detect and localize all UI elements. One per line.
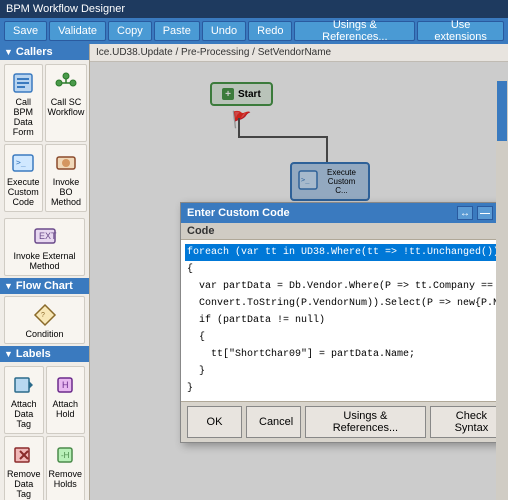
sidebar-item-remove-holds[interactable]: -H Remove Holds — [46, 436, 86, 500]
code-line: Convert.ToString(P.VendorNum)).Select(P … — [185, 295, 508, 312]
code-line: foreach (var tt in UD38.Where(tt => !tt.… — [185, 244, 508, 261]
invoke-bo-label: Invoke BO Method — [48, 177, 85, 207]
flowchart-arrow-icon: ▼ — [4, 281, 13, 291]
attach-hold-icon: H — [51, 371, 79, 399]
code-line: if (partData != null) — [185, 312, 508, 329]
condition-label: Condition — [25, 329, 63, 339]
execute-custom-icon: >_ — [9, 149, 37, 177]
code-line: tt["ShortChar09"] = partData.Name; — [185, 346, 508, 363]
sidebar-item-call-sc-workflow[interactable]: Call SC Workflow — [45, 64, 88, 142]
code-line: } — [185, 380, 508, 397]
svg-text:EXT: EXT — [39, 231, 57, 241]
callers-grid: Call BPM Data Form Call SC Workflow >_ E… — [0, 60, 89, 216]
invoke-external-label: Invoke External Method — [9, 251, 80, 271]
attach-data-tag-label: Attach Data Tag — [7, 399, 41, 429]
svg-text:-H: -H — [61, 451, 70, 460]
callers-label: Callers — [16, 46, 53, 58]
remove-holds-icon: -H — [51, 441, 79, 469]
breadcrumb-text: Ice.UD38.Update / Pre-Processing / SetVe… — [96, 47, 331, 58]
modal-footer: OK Cancel Usings & References... Check S… — [181, 401, 508, 442]
ok-button[interactable]: OK — [187, 406, 242, 438]
code-line: var partData = Db.Vendor.Where(P => tt.C… — [185, 278, 508, 295]
modal-expand-button[interactable]: ↔ — [457, 206, 473, 220]
svg-text:?: ? — [41, 312, 45, 319]
extensions-button[interactable]: Use extensions — [417, 21, 504, 41]
canvas-content[interactable]: + Start 🚩 >_ Execute Custom C... — [90, 62, 508, 500]
modal-titlebar: Enter Custom Code ↔ — ✕ — [181, 203, 508, 223]
copy-button[interactable]: Copy — [108, 21, 152, 41]
modal-title: Enter Custom Code — [187, 207, 290, 219]
labels-label: Labels — [16, 348, 51, 360]
sidebar-item-attach-data-tag[interactable]: Attach Data Tag — [4, 366, 44, 434]
modal: Enter Custom Code ↔ — ✕ Code foreach (va… — [180, 202, 508, 443]
validate-button[interactable]: Validate — [49, 21, 106, 41]
invoke-external-icon: EXT — [31, 223, 59, 251]
canvas-area: Ice.UD38.Update / Pre-Processing / SetVe… — [90, 44, 508, 500]
usings-button[interactable]: Usings & References... — [294, 21, 415, 41]
undo-button[interactable]: Undo — [202, 21, 246, 41]
sidebar-section-flowchart[interactable]: ▼ Flow Chart — [0, 278, 89, 294]
toolbar: Save Validate Copy Paste Undo Redo Using… — [0, 18, 508, 44]
sidebar-item-remove-data-tag[interactable]: Remove Data Tag — [4, 436, 44, 500]
condition-icon: ? — [31, 301, 59, 329]
call-sc-workflow-icon — [52, 69, 80, 97]
right-scrollbar[interactable] — [496, 80, 508, 500]
usings-button-modal[interactable]: Usings & References... — [305, 406, 426, 438]
callers-arrow-icon: ▼ — [4, 47, 13, 57]
code-line: { — [185, 261, 508, 278]
sidebar-item-call-bpm-form[interactable]: Call BPM Data Form — [4, 64, 43, 142]
paste-button[interactable]: Paste — [154, 21, 200, 41]
labels-grid: Attach Data Tag H Attach Hold Remove Dat… — [0, 362, 89, 500]
sidebar-item-invoke-external[interactable]: EXT Invoke External Method — [4, 218, 85, 276]
scrollbar-thumb[interactable] — [497, 81, 507, 141]
remove-data-tag-label: Remove Data Tag — [7, 469, 41, 499]
modal-section-label: Code — [181, 223, 508, 240]
svg-text:H: H — [62, 380, 69, 390]
labels-arrow-icon: ▼ — [4, 349, 13, 359]
sidebar-section-callers[interactable]: ▼ Callers — [0, 44, 89, 60]
svg-text:>_: >_ — [16, 158, 26, 167]
sidebar-item-invoke-bo[interactable]: Invoke BO Method — [45, 144, 88, 212]
main-layout: ▼ Callers Call BPM Data Form Call SC Wor… — [0, 44, 508, 500]
code-line: { — [185, 329, 508, 346]
call-bpm-form-label: Call BPM Data Form — [7, 97, 40, 137]
cancel-button[interactable]: Cancel — [246, 406, 301, 438]
sidebar: ▼ Callers Call BPM Data Form Call SC Wor… — [0, 44, 90, 500]
modal-minimize-button[interactable]: — — [477, 206, 493, 220]
attach-data-tag-icon — [10, 371, 38, 399]
breadcrumb: Ice.UD38.Update / Pre-Processing / SetVe… — [90, 44, 508, 62]
sidebar-item-execute-custom[interactable]: >_ Execute Custom Code — [4, 144, 43, 212]
call-bpm-form-icon — [9, 69, 37, 97]
title-bar-label: BPM Workflow Designer — [6, 3, 125, 15]
sidebar-item-attach-hold[interactable]: H Attach Hold — [46, 366, 86, 434]
code-line: } — [185, 363, 508, 380]
title-bar: BPM Workflow Designer — [0, 0, 508, 18]
remove-data-tag-icon — [10, 441, 38, 469]
attach-hold-label: Attach Hold — [49, 399, 83, 419]
execute-custom-label: Execute Custom Code — [7, 177, 40, 207]
call-sc-workflow-label: Call SC Workflow — [48, 97, 85, 117]
save-button[interactable]: Save — [4, 21, 47, 41]
invoke-bo-icon — [52, 149, 80, 177]
flowchart-label: Flow Chart — [16, 280, 73, 292]
modal-code-area[interactable]: foreach (var tt in UD38.Where(tt => !tt.… — [181, 240, 508, 401]
redo-button[interactable]: Redo — [248, 21, 292, 41]
sidebar-item-condition[interactable]: ? Condition — [4, 296, 85, 344]
remove-holds-label: Remove Holds — [49, 469, 83, 489]
modal-overlay: Enter Custom Code ↔ — ✕ Code foreach (va… — [90, 62, 508, 500]
sidebar-section-labels[interactable]: ▼ Labels — [0, 346, 89, 362]
